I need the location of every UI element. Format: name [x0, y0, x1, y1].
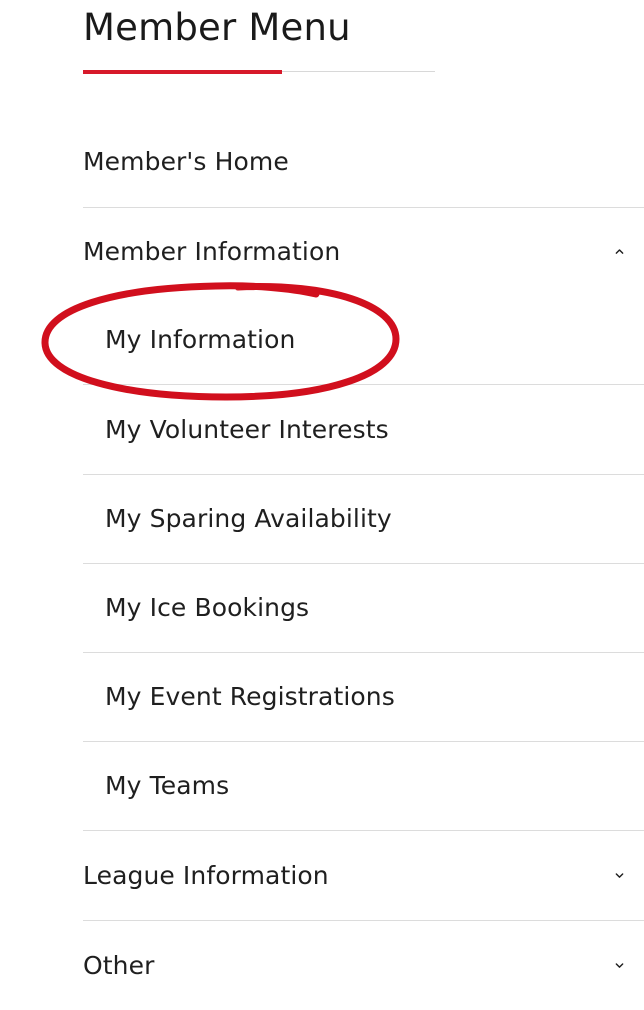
submenu-item-my-sparing-availability[interactable]: My Sparing Availability [83, 474, 644, 563]
menu-item-label: Other [83, 951, 155, 980]
menu-item-league-information[interactable]: League Information [83, 831, 644, 920]
menu-item-label: League Information [83, 861, 329, 890]
menu-item-label: Member's Home [83, 147, 289, 176]
submenu-item-my-volunteer-interests[interactable]: My Volunteer Interests [83, 385, 644, 474]
submenu-item-my-information[interactable]: My Information [83, 295, 644, 384]
chevron-down-icon [615, 961, 624, 970]
submenu-item-label: My Volunteer Interests [105, 415, 389, 444]
submenu-item-label: My Sparing Availability [105, 504, 392, 533]
submenu-item-my-ice-bookings[interactable]: My Ice Bookings [83, 563, 644, 652]
submenu-item-label: My Event Registrations [105, 682, 395, 711]
title-accent-bar [83, 70, 282, 74]
submenu-item-my-event-registrations[interactable]: My Event Registrations [83, 652, 644, 741]
submenu-item-label: My Information [105, 325, 296, 354]
menu-item-other[interactable]: Other [83, 921, 644, 1010]
chevron-up-icon [615, 247, 624, 256]
menu-item-member-information[interactable]: Member Information [83, 207, 644, 296]
submenu-item-label: My Teams [105, 771, 230, 800]
menu-item-members-home[interactable]: Member's Home [83, 117, 644, 206]
menu-item-label: Member Information [83, 237, 341, 266]
submenu-item-my-teams[interactable]: My Teams [83, 741, 644, 830]
chevron-down-icon [615, 871, 624, 880]
member-menu: Member Menu Member's Home Member Informa… [0, 0, 644, 980]
menu-title: Member Menu [83, 6, 351, 49]
submenu-item-label: My Ice Bookings [105, 593, 310, 622]
